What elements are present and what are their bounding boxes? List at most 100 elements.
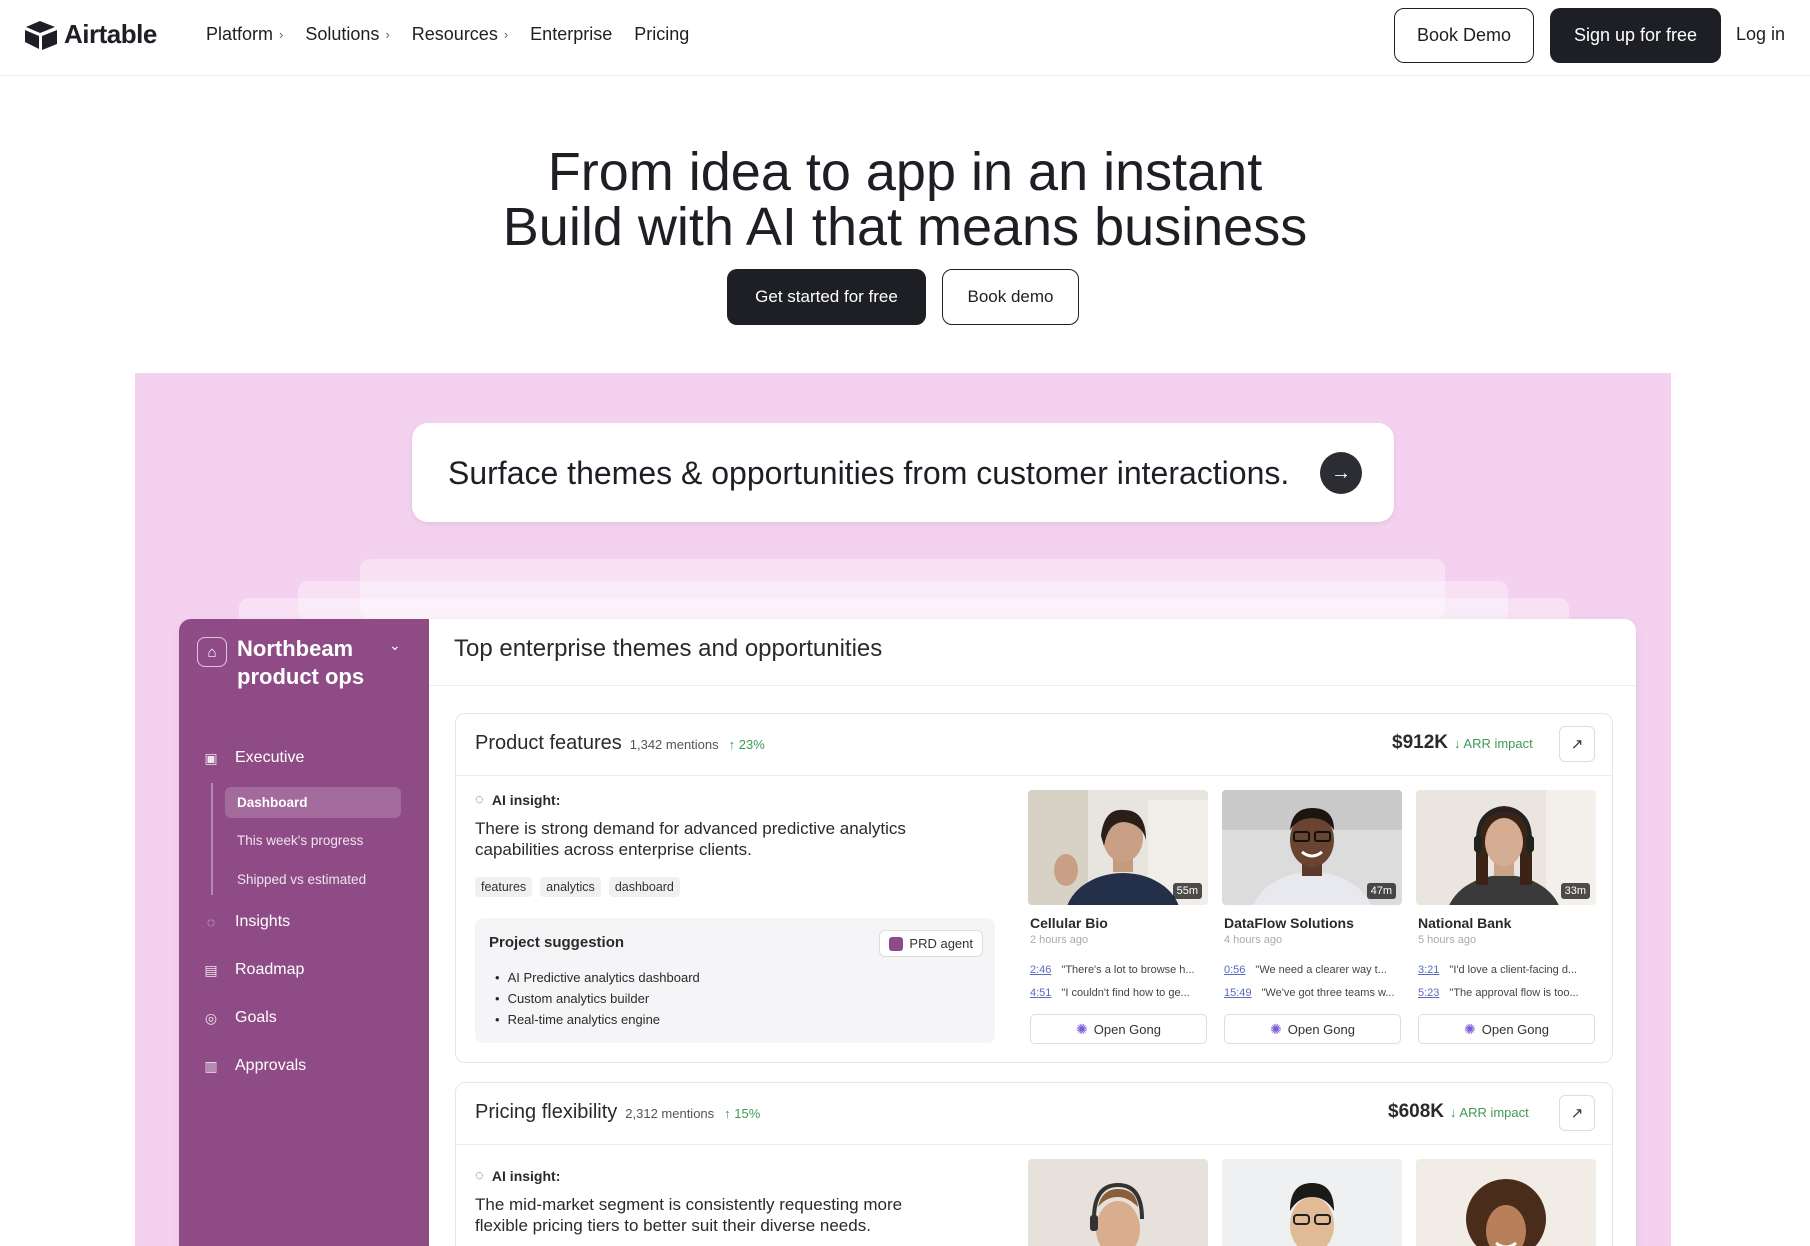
suggestion-title: Project suggestion bbox=[489, 934, 625, 951]
sidebar-item-label: Insights bbox=[235, 913, 291, 930]
divider bbox=[429, 685, 1636, 686]
timestamp-link[interactable]: 3:21 bbox=[1418, 964, 1439, 976]
target-icon: ◎ bbox=[204, 1009, 218, 1026]
hero-title-line1: From idea to app in an instant bbox=[547, 142, 1263, 202]
open-gong-label: Open Gong bbox=[1093, 1021, 1161, 1037]
logo[interactable]: Airtable bbox=[24, 19, 157, 50]
arr-value: $912K bbox=[1392, 732, 1448, 753]
company-name: DataFlow Solutions bbox=[1224, 915, 1354, 931]
top-nav: Airtable Platform › Solutions › Resource… bbox=[0, 0, 1810, 76]
sidebar-item-executive[interactable]: ▣ Executive bbox=[203, 749, 304, 767]
timestamp-link[interactable]: 2:46 bbox=[1030, 964, 1051, 976]
nav-solutions-label: Solutions bbox=[305, 24, 380, 44]
quote-text: "We've got three teams w... bbox=[1261, 987, 1395, 999]
quote-text: "There's a lot to browse h... bbox=[1061, 964, 1195, 976]
gong-icon: ✺ bbox=[1464, 1020, 1476, 1037]
gong-icon: ✺ bbox=[1270, 1020, 1282, 1037]
quote-snippet[interactable]: 4:51 "I couldn't find how to ge... bbox=[1030, 987, 1208, 999]
sidebar-item-label: Goals bbox=[235, 1009, 277, 1026]
prd-agent-button[interactable]: PRD agent bbox=[879, 930, 983, 957]
call-recording-card: 47m DataFlow Solutions 4 hours ago 0:56 "… bbox=[1222, 790, 1402, 1050]
quote-snippet[interactable]: 0:56 "We need a clearer way t... bbox=[1224, 964, 1402, 976]
arr-label: ↓ ARR impact bbox=[1450, 1105, 1529, 1120]
video-thumbnail[interactable] bbox=[1028, 1159, 1208, 1246]
ai-insight-label-text: AI insight: bbox=[491, 1167, 561, 1184]
sidebar-subitem-shipped-vs-estimated[interactable]: Shipped vs estimated bbox=[225, 864, 401, 895]
list-item: AI Predictive analytics dashboard bbox=[495, 967, 700, 988]
briefcase-icon: ▣ bbox=[204, 749, 218, 766]
open-external-icon[interactable]: ↗ bbox=[1559, 1095, 1595, 1131]
prompt-text: Surface themes & opportunities from cust… bbox=[448, 455, 1290, 491]
airtable-logo-icon bbox=[25, 20, 57, 50]
nav-enterprise-label: Enterprise bbox=[530, 24, 613, 44]
book-demo-button[interactable]: Book Demo bbox=[1394, 8, 1534, 63]
chevron-right-icon: › bbox=[385, 27, 390, 42]
arrow-right-icon[interactable]: → bbox=[1320, 452, 1362, 494]
sidebar-item-insights[interactable]: ◌ Insights bbox=[203, 913, 290, 931]
agent-icon bbox=[889, 936, 904, 951]
book-demo-hero-button[interactable]: Book demo bbox=[942, 269, 1079, 325]
get-started-button[interactable]: Get started for free bbox=[727, 269, 926, 325]
arr-label: ↓ ARR impact bbox=[1454, 736, 1533, 751]
open-external-icon[interactable]: ↗ bbox=[1559, 726, 1595, 762]
sign-up-button[interactable]: Sign up for free bbox=[1550, 8, 1721, 63]
prompt-box[interactable]: Surface themes & opportunities from cust… bbox=[412, 423, 1394, 522]
video-thumbnail[interactable]: 55m bbox=[1028, 790, 1208, 905]
nav-resources[interactable]: Resources › bbox=[412, 24, 508, 45]
list-item: Real-time analytics engine bbox=[495, 1009, 700, 1030]
nav-pricing[interactable]: Pricing bbox=[634, 24, 689, 45]
open-gong-button[interactable]: ✺ Open Gong bbox=[1418, 1014, 1595, 1044]
arr-value: $608K bbox=[1388, 1101, 1444, 1122]
nav-platform-label: Platform bbox=[206, 24, 274, 44]
nav-pricing-label: Pricing bbox=[634, 24, 690, 44]
video-thumbnail[interactable] bbox=[1416, 1159, 1596, 1246]
video-thumbnail[interactable]: 33m bbox=[1416, 790, 1596, 905]
video-thumbnail[interactable]: 47m bbox=[1222, 790, 1402, 905]
timestamp-link[interactable]: 4:51 bbox=[1030, 987, 1051, 999]
ai-insight-text: The mid-market segment is consistently r… bbox=[475, 1195, 903, 1235]
tag[interactable]: features bbox=[475, 877, 533, 897]
app-window: ⌂ Northbeam product ops ⌄ ▣ Executive Da… bbox=[179, 619, 1636, 1246]
card-header: Product features 1,342 mentions ↑ 23% $912… bbox=[456, 714, 1612, 776]
log-in-link[interactable]: Log in bbox=[1736, 24, 1785, 45]
timestamp-link[interactable]: 0:56 bbox=[1224, 964, 1245, 976]
video-duration: 33m bbox=[1560, 883, 1590, 899]
open-gong-button[interactable]: ✺ Open Gong bbox=[1030, 1014, 1207, 1044]
quote-text: "We need a clearer way t... bbox=[1255, 964, 1387, 976]
sidebar-item-roadmap[interactable]: ▤ Roadmap bbox=[203, 961, 304, 979]
video-thumbnail[interactable] bbox=[1222, 1159, 1402, 1246]
quote-snippet[interactable]: 15:49 "We've got three teams w... bbox=[1224, 987, 1402, 999]
card-header: Pricing flexibility 2,312 mentions ↑ 15% $… bbox=[456, 1083, 1612, 1145]
sidebar-item-goals[interactable]: ◎ Goals bbox=[203, 1009, 277, 1027]
sidebar-subitem-weekly-progress[interactable]: This week's progress bbox=[225, 825, 401, 856]
nav-platform[interactable]: Platform › bbox=[206, 24, 283, 45]
chevron-right-icon: › bbox=[279, 27, 284, 42]
sidebar-item-label: Approvals bbox=[235, 1057, 307, 1074]
timestamp-link[interactable]: 15:49 bbox=[1224, 987, 1252, 999]
open-gong-button[interactable]: ✺ Open Gong bbox=[1224, 1014, 1401, 1044]
nav-solutions[interactable]: Solutions › bbox=[305, 24, 389, 45]
quote-snippet[interactable]: 2:46 "There's a lot to browse h... bbox=[1030, 964, 1208, 976]
quote-snippet[interactable]: 3:21 "I'd love a client-facing d... bbox=[1418, 964, 1596, 976]
project-suggestion: Project suggestion PRD agent AI Predicti… bbox=[475, 918, 995, 1043]
mention-count: 1,342 mentions bbox=[629, 737, 719, 752]
chevron-down-icon[interactable]: ⌄ bbox=[389, 637, 401, 654]
workspace-name[interactable]: Northbeam product ops bbox=[237, 635, 387, 691]
lightbulb-icon: ◌ bbox=[475, 1167, 484, 1184]
timestamp-link[interactable]: 5:23 bbox=[1418, 987, 1439, 999]
ai-insight-label-text: AI insight: bbox=[491, 791, 561, 808]
sidebar-subitem-dashboard[interactable]: Dashboard bbox=[225, 787, 401, 818]
call-recording-card: 55m Cellular Bio 2 hours ago 2:46 "There'… bbox=[1028, 790, 1208, 1050]
call-time: 5 hours ago bbox=[1418, 934, 1477, 946]
quote-snippet[interactable]: 5:23 "The approval flow is too... bbox=[1418, 987, 1596, 999]
nav-links: Platform › Solutions › Resources › Enter… bbox=[206, 24, 711, 45]
quote-text: "The approval flow is too... bbox=[1449, 987, 1579, 999]
tag[interactable]: analytics bbox=[540, 877, 601, 897]
nav-enterprise[interactable]: Enterprise bbox=[530, 24, 612, 45]
sidebar-item-approvals[interactable]: ▥ Approvals bbox=[203, 1057, 306, 1075]
tag[interactable]: dashboard bbox=[608, 877, 680, 897]
ai-insight-label: ◌ AI insight: bbox=[475, 1167, 560, 1184]
sub-nav-line bbox=[211, 783, 213, 895]
gong-icon: ✺ bbox=[1076, 1020, 1088, 1037]
chevron-right-icon: › bbox=[503, 27, 509, 42]
